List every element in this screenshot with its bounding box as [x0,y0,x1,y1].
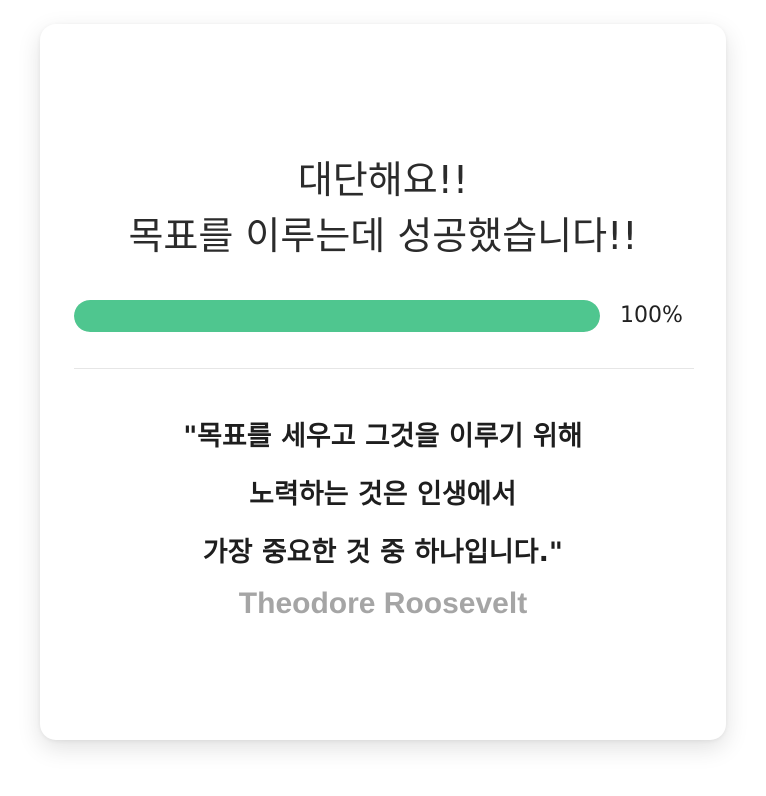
success-card: 대단해요!! 목표를 이루는데 성공했습니다!! 100% "목표를 세우고 그… [40,24,726,740]
progress-bar [74,300,600,332]
quote-line-1: "목표를 세우고 그것을 이루기 위해 [183,421,583,452]
progress-percent: 100% [620,303,683,328]
success-title: 대단해요!! 목표를 이루는데 성공했습니다!! [40,152,726,264]
quote-line-2: 노력하는 것은 인생에서 [249,479,517,510]
quote-author: Theodore Roosevelt [238,587,528,620]
divider [74,368,694,369]
title-line-2: 목표를 이루는데 성공했습니다!! [128,214,638,258]
progress-fill [74,300,600,332]
motivational-quote: "목표를 세우고 그것을 이루기 위해 노력하는 것은 인생에서 가장 중요한 … [40,408,726,582]
quote-line-3: 가장 중요한 것 중 하나입니다." [202,537,563,568]
progress-row: 100% [74,299,694,333]
title-line-1: 대단해요!! [297,158,469,202]
